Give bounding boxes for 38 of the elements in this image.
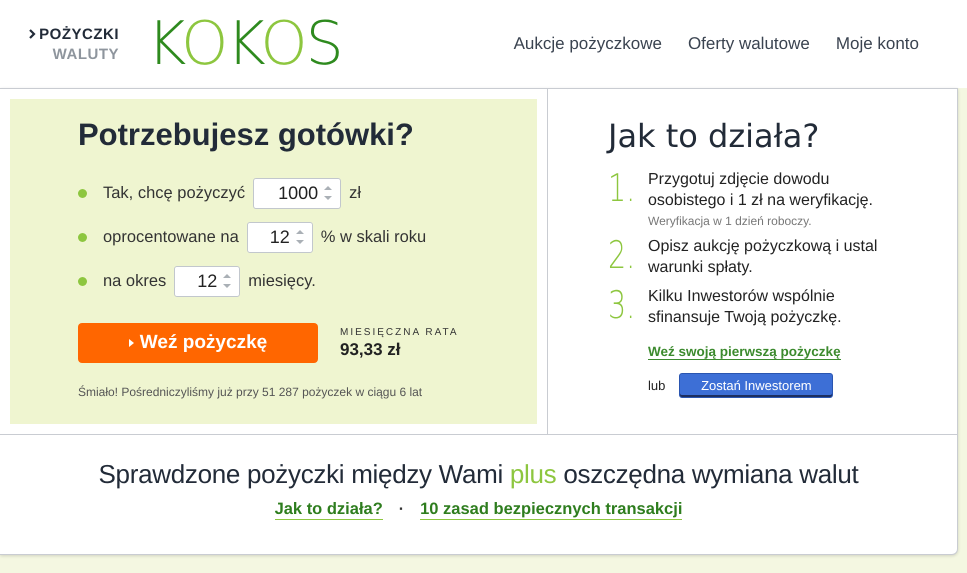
step-note: Weryfikacja w 1 dzień roboczy. [648, 214, 813, 228]
separator-dot: · [398, 501, 404, 519]
bullet-icon [78, 188, 87, 198]
number-field[interactable]: 12 [246, 222, 313, 252]
unit-label: miesięcy. [248, 272, 316, 290]
first-loan-link[interactable]: Weź swoją pierwszą pożyczkę [648, 344, 841, 360]
nav-link[interactable]: Aukcje pożyczkowe [514, 34, 662, 54]
kokos-logo[interactable]: KOKOS [147, 14, 342, 74]
field-label: oprocentowane na [103, 228, 239, 246]
tagline: Sprawdzone pożyczki między Wami plus oszczędna wymiana walut [98, 459, 860, 490]
number-field[interactable]: 1000 [253, 178, 342, 208]
step-text: Opisz aukcję pożyczkową i ustal warunki spłaty. [648, 237, 878, 278]
unit-label: zł [349, 184, 362, 202]
step-text: Kilku Inwestorów wspólnie sfinansuje Twoją pożyczkę. [648, 287, 843, 328]
field-label: Tak, chcę pożyczyć [103, 184, 246, 202]
or-label: lub [648, 378, 666, 393]
nav-link[interactable]: Oferty walutowe [688, 34, 810, 54]
nav-link[interactable]: Moje konto [836, 34, 919, 54]
step-number: 2. [608, 236, 636, 278]
unit-label: % w skali roku [320, 228, 426, 246]
step-number: 3. [608, 286, 636, 328]
footer-link[interactable]: 10 zasad bezpiecznych transakcji [420, 500, 682, 520]
play-icon [128, 339, 134, 347]
rate-value: 93,33 zł [340, 340, 402, 360]
step-text: Przygotuj zdjęcie dowodu osobistego i 1 zł na weryfikację. [648, 170, 874, 211]
step-number: 1. [608, 169, 636, 212]
brand-link[interactable]: POŻYCZKI [29, 26, 119, 42]
section-title: Jak to działa? [608, 117, 820, 155]
form-title: Potrzebujesz gotówki? [78, 117, 415, 153]
field-label: na okres [103, 272, 166, 290]
bullet-icon [78, 276, 87, 286]
chevron-icon [29, 29, 36, 39]
number-field[interactable]: 12 [174, 266, 240, 296]
footer-link[interactable]: Jak to działa? [274, 500, 383, 520]
rate-label: MIESIĘCZNA RATA [340, 326, 459, 338]
bullet-icon [78, 232, 87, 242]
become-investor-button[interactable]: Zostań Inwestorem [679, 373, 834, 398]
stats-note: Śmiało! Pośredniczyliśmy już przy 51 287 pożyczek w ciągu 6 lat [78, 385, 424, 399]
